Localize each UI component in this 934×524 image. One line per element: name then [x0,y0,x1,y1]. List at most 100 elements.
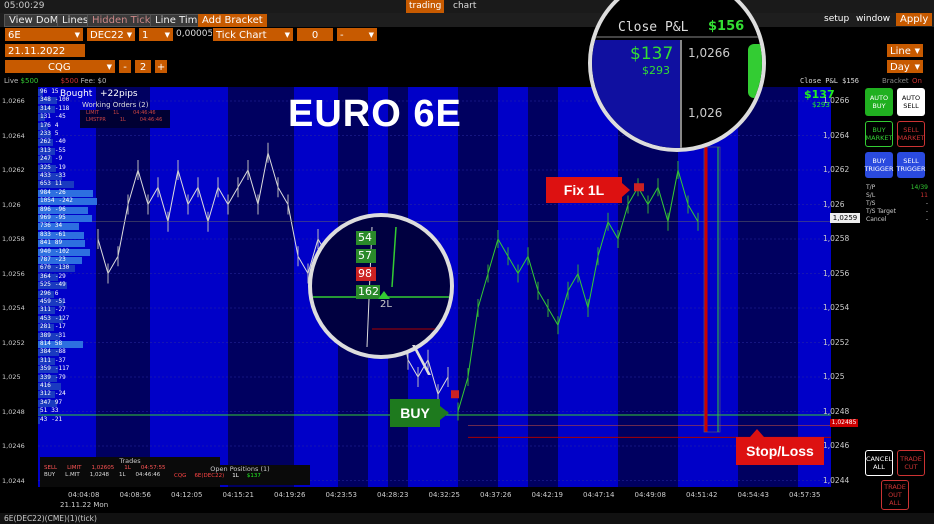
left-tick-label: 1,0256 [2,269,25,278]
working-orders-table[interactable]: LIMIT 1L 04:46:46 LMSTPR 1L 04:46:46 [80,110,170,128]
qty-value: 2 [139,62,147,73]
ladder-volume: 359 [40,365,51,373]
position-row[interactable]: CQG 6E(DEC22) 1L $137 [170,473,310,479]
buy-trigger-button[interactable]: BUY TRIGGER [864,152,894,178]
ladder-row[interactable]: 984 -26 [38,188,134,197]
fix-marker [634,183,644,192]
date-value: 21.11.2022 [8,46,66,57]
ladder-row[interactable]: 736 34 [38,223,134,231]
open-positions-panel[interactable]: Open Positions (1) CQG 6E(DEC22) 1L $137 [170,465,310,485]
add-bracket-button[interactable]: Add Bracket [198,14,267,27]
fix-arrow-icon [622,183,630,197]
qty-minus-button[interactable]: - [118,59,132,74]
chevron-down-icon: ▼ [914,47,920,55]
ladder-row[interactable]: 670 -130 [38,264,134,273]
ladder-row[interactable]: 525 -49 [38,282,134,290]
qty-plus-button[interactable]: + [154,59,168,74]
buy-arrow-icon [440,406,449,420]
cancel-all-button[interactable]: CANCEL ALL [865,450,893,476]
ladder-row[interactable]: 247 -9 [38,156,134,164]
sell-market-button[interactable]: SELL MARKET [897,121,925,147]
buy-market-label: BUY MARKET [865,126,893,142]
ladder-row[interactable]: 312 -24 [38,391,134,399]
ladder-row[interactable]: 325 -19 [38,163,134,172]
period-select[interactable]: 0 [296,27,334,42]
tp-label: T/P [866,184,876,191]
ladder-row[interactable]: 453 -127 [38,315,134,323]
left-tick-label: 1,0252 [2,338,25,347]
ladder-row[interactable]: 339 -79 [38,374,134,382]
ladder-row[interactable]: 459 -51 [38,299,134,306]
day-mode-select[interactable]: Day ▼ [886,59,924,74]
contract-select[interactable]: DEC22 ▼ [86,27,136,42]
zoom-price-1: 1,0266 [688,46,730,60]
ladder-row[interactable]: 787 -23 [38,257,134,264]
dom-ladder[interactable]: 96 15 348 -100 314 -118 131 -45 176 4 233 5 262 -40 31… [38,89,138,429]
ladder-volume: 670 [40,264,51,272]
view-dom-button[interactable]: View DoM [4,14,64,27]
trade-cut-button[interactable]: TRADE CUT [897,450,925,476]
working-order-qty: 1L [113,110,120,116]
time-tick-label: 04:28:23 [377,491,409,499]
ladder-row[interactable]: 416 [38,383,134,390]
ladder-row[interactable]: 311 -27 [38,307,134,315]
ladder-row[interactable]: 833 -61 [38,231,134,239]
qty-field[interactable]: 2 [134,59,152,74]
multiplier-select[interactable]: 1 ▼ [138,27,174,42]
sell-trigger-button[interactable]: SELL TRIGGER [896,152,926,178]
working-order-row[interactable]: LIMIT 1L 04:46:46 [80,110,170,117]
cancel-row: Cancel - [866,216,928,224]
ladder-row[interactable]: 296 6 [38,290,134,298]
position-contract: 6E(DEC22) [194,473,225,479]
multiplier-value: 1 [142,30,149,41]
sl-value: 11 [920,192,928,199]
ladder-delta: -37 [54,356,66,364]
tab-chart[interactable]: chart [450,0,479,13]
buy-label-text: BUY [400,405,430,421]
ladder-row[interactable]: 359 -117 [38,365,134,374]
working-orders-title: Working Orders (2) [82,101,149,109]
ladder-row[interactable]: 43 -21 [38,416,134,424]
ladder-row[interactable]: 389 -31 [38,332,134,340]
chart-type-select[interactable]: Tick Chart ▼ [212,27,294,42]
ladder-row[interactable]: 281 -17 [38,324,134,332]
ladder-row[interactable]: 1054 -242 [38,198,134,206]
ladder-row[interactable]: 313 -55 [38,147,134,155]
ladder-row[interactable]: 311 -37 [38,356,134,365]
ladder-row[interactable]: 841 89 [38,240,134,248]
account-select[interactable]: CQG ▼ [4,59,116,74]
symbol-select[interactable]: 6E ▼ [4,27,84,42]
ladder-row[interactable]: 51 33 [38,408,134,416]
ladder-row[interactable]: 896 -96 [38,206,134,214]
working-order-row[interactable]: LMSTPR 1L 04:46:46 [80,117,170,124]
ladder-row[interactable]: 262 -40 [38,139,134,147]
ladder-row[interactable]: 384 -88 [38,349,134,357]
setup-menu[interactable]: setup [824,14,849,24]
ladder-delta: -26 [54,188,66,196]
window-menu[interactable]: window [856,14,890,24]
chevron-down-icon: ▼ [914,63,920,71]
price-segment [237,169,249,188]
tab-trading[interactable]: trading [406,0,445,13]
ladder-row[interactable]: 653 11 [38,181,134,189]
trade-out-all-button[interactable]: TRADE OUT ALL [881,480,909,510]
price-tick-label: 1,0248 [823,406,850,416]
date-field[interactable]: 21.11.2022 [4,43,86,58]
line-mode-select[interactable]: Line ▼ [886,43,924,58]
ladder-row[interactable]: 347 97 [38,399,134,407]
extra-select[interactable]: - ▼ [336,27,378,42]
price-segment [477,273,489,309]
ladder-row[interactable]: 814 58 [38,341,134,348]
auto-sell-button[interactable]: AUTO SELL [897,88,925,116]
apply-button[interactable]: Apply [896,13,933,26]
ladder-row[interactable]: 940 -102 [38,248,134,256]
ladder-row[interactable]: 433 -33 [38,173,134,180]
symbol-value: 6E [8,30,21,41]
ladder-delta: -19 [54,163,66,171]
chevron-down-icon: ▼ [106,63,112,71]
ladder-row[interactable]: 233 5 [38,131,134,138]
ladder-row[interactable]: 969 -95 [38,215,134,222]
ladder-row[interactable]: 364 -29 [38,273,134,281]
buy-market-button[interactable]: BUY MARKET [865,121,893,147]
auto-buy-button[interactable]: AUTO BUY [865,88,893,116]
